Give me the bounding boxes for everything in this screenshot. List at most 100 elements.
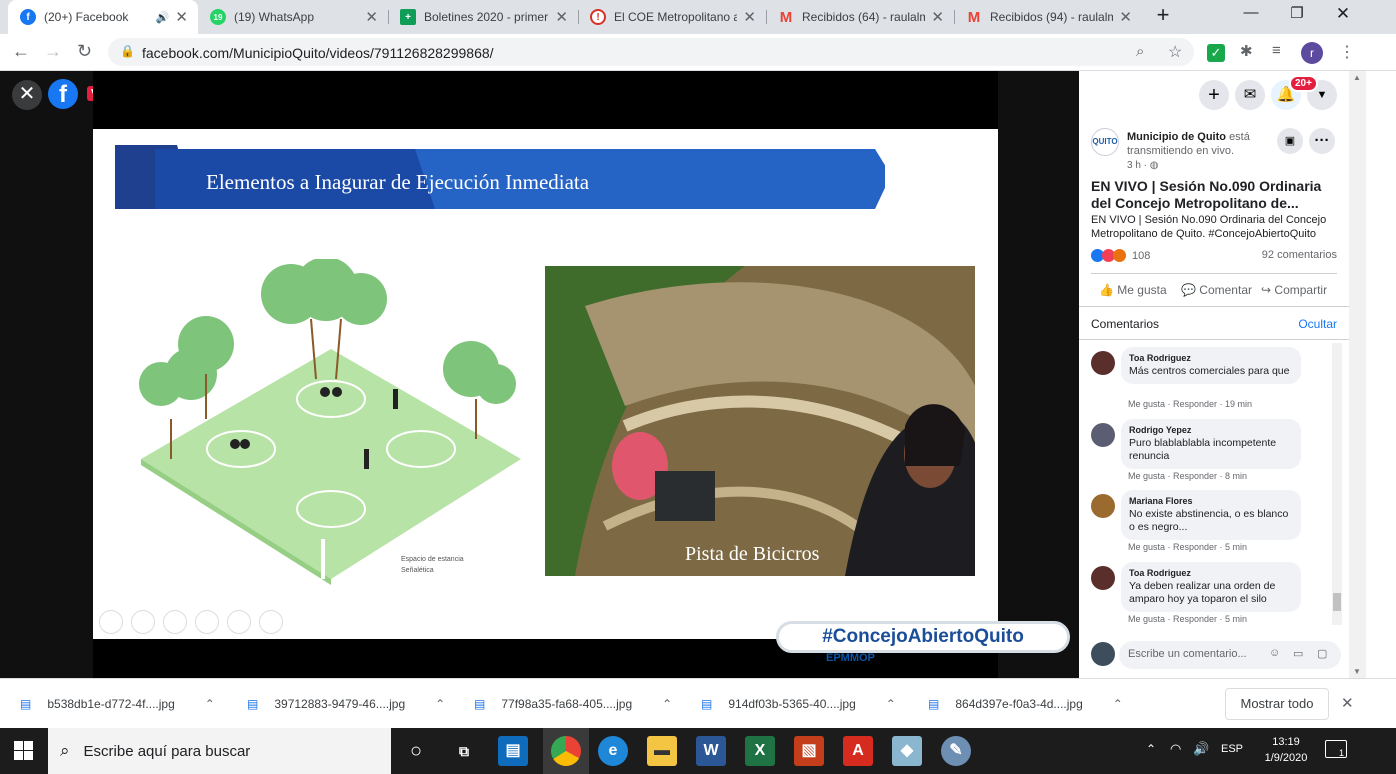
task-view-icon[interactable]: ⧉ <box>449 736 479 766</box>
hide-comments-link[interactable]: Ocultar <box>1298 317 1337 331</box>
commenter-avatar[interactable] <box>1091 351 1115 375</box>
more-options-icon[interactable]: ··· <box>1309 128 1335 154</box>
commenter-name[interactable]: Toa Rodriguez <box>1129 568 1293 578</box>
close-tab-icon[interactable]: ✕ <box>175 8 188 26</box>
new-tab-button[interactable]: + <box>1148 2 1178 27</box>
download-item[interactable]: ▤ 914df03b-5365-40....jpg ⌃ <box>701 679 896 729</box>
close-tab-icon[interactable]: ✕ <box>1119 8 1132 26</box>
download-item[interactable]: ▤ 77f98a35-fa68-405....jpg ⌃ <box>474 679 672 729</box>
facebook-logo-icon[interactable]: f <box>48 79 78 109</box>
page-name[interactable]: Municipio de Quito <box>1127 131 1226 143</box>
cortana-icon[interactable]: ○ <box>401 736 431 766</box>
pen-icon[interactable] <box>163 610 187 634</box>
zoom-slide-icon[interactable] <box>227 610 251 634</box>
more-slide-icon[interactable] <box>259 610 283 634</box>
download-item[interactable]: ▤ b538db1e-d772-4f....jpg ⌃ <box>20 679 215 729</box>
url-text[interactable]: facebook.com/MunicipioQuito/videos/79112… <box>142 45 494 61</box>
address-bar[interactable]: 🔒 facebook.com/MunicipioQuito/videos/791… <box>108 38 1194 66</box>
tab-gmail-94[interactable]: M Recibidos (94) - raulalm ✕ <box>954 0 1142 34</box>
store-icon[interactable]: ▤ <box>498 736 528 766</box>
excel-icon[interactable]: X <box>745 736 775 766</box>
menu-icon[interactable]: ⋮ <box>1339 42 1355 62</box>
reload-icon[interactable]: ↻ <box>77 41 92 62</box>
chevron-up-icon[interactable]: ⌃ <box>886 697 896 711</box>
volume-icon[interactable]: 🔊 <box>1193 741 1209 757</box>
wifi-icon[interactable]: ◠ <box>1170 741 1181 757</box>
close-video-button[interactable]: ✕ <box>12 80 42 110</box>
clock[interactable]: 13:19 1/9/2020 <box>1256 734 1316 766</box>
reactions-row[interactable]: 108 <box>1091 249 1150 262</box>
minimize-button[interactable]: — <box>1228 4 1274 28</box>
sticker-icon[interactable]: ▢ <box>1317 647 1327 660</box>
commenter-avatar[interactable] <box>1091 566 1115 590</box>
comments-scrollbar[interactable] <box>1332 343 1342 625</box>
word-icon[interactable]: W <box>696 736 726 766</box>
video-player[interactable]: Elementos a Inagurar de Ejecución Inmedi… <box>93 71 1070 678</box>
forward-icon[interactable]: → <box>44 41 62 62</box>
file-explorer-icon[interactable]: ▬ <box>647 736 677 766</box>
chevron-up-icon[interactable]: ⌃ <box>205 697 215 711</box>
powerpoint-icon[interactable]: ▧ <box>794 736 824 766</box>
app-icon[interactable]: ◆ <box>892 736 922 766</box>
edge-icon[interactable]: e <box>598 736 628 766</box>
save-post-icon[interactable]: ▣ <box>1277 128 1303 154</box>
user-avatar[interactable] <box>1091 642 1115 666</box>
bookmark-star-icon[interactable]: ☆ <box>1168 42 1182 62</box>
page-scrollbar[interactable]: ▲ ▼ <box>1349 71 1366 678</box>
action-center-icon[interactable]: 1 <box>1325 740 1347 758</box>
acrobat-icon[interactable]: A <box>843 736 873 766</box>
tab-facebook[interactable]: f (20+) Facebook 🔊 ✕ <box>8 0 198 34</box>
commenter-name[interactable]: Toa Rodriguez <box>1129 353 1293 363</box>
commenter-avatar[interactable] <box>1091 423 1115 447</box>
chevron-up-icon[interactable]: ⌃ <box>1113 697 1123 711</box>
audio-icon[interactable]: 🔊 <box>156 11 170 24</box>
page-avatar[interactable]: QUITO <box>1091 128 1119 156</box>
extensions-icon[interactable]: ✱ <box>1240 42 1253 60</box>
back-icon[interactable]: ← <box>12 41 30 62</box>
comment-meta[interactable]: Me gusta · Responder · 5 min <box>1128 542 1247 552</box>
comments-scroll-thumb[interactable] <box>1333 593 1341 611</box>
tab-boletines[interactable]: + Boletines 2020 - primer ✕ <box>388 0 578 34</box>
comment-meta[interactable]: Me gusta · Responder · 19 min <box>1128 399 1252 409</box>
comments-count[interactable]: 92 comentarios <box>1262 249 1337 261</box>
chevron-up-icon[interactable]: ⌃ <box>662 697 672 711</box>
scroll-down-icon[interactable]: ▼ <box>1353 667 1361 676</box>
close-tab-icon[interactable]: ✕ <box>365 8 378 26</box>
gif-icon[interactable]: ▭ <box>1293 647 1303 660</box>
close-tab-icon[interactable]: ✕ <box>743 8 756 26</box>
extension-check-icon[interactable]: ✓ <box>1207 44 1225 62</box>
next-slide-icon[interactable] <box>131 610 155 634</box>
comment-meta[interactable]: Me gusta · Responder · 8 min <box>1128 471 1247 481</box>
close-downloads-icon[interactable]: ✕ <box>1341 694 1354 712</box>
taskbar-search[interactable]: ⌕ Escribe aquí para buscar <box>48 728 391 774</box>
windows-start-icon[interactable] <box>14 741 33 760</box>
comment-button[interactable]: 💬 Comentar <box>1181 283 1252 297</box>
chevron-up-icon[interactable]: ⌃ <box>435 697 445 711</box>
tab-whatsapp[interactable]: 19 (19) WhatsApp ✕ <box>198 0 388 34</box>
close-tab-icon[interactable]: ✕ <box>555 8 568 26</box>
language-indicator[interactable]: ESP <box>1221 743 1243 755</box>
commenter-name[interactable]: Rodrigo Yepez <box>1129 425 1293 435</box>
comment-meta[interactable]: Me gusta · Responder · 5 min <box>1128 614 1247 624</box>
chrome-icon[interactable] <box>551 736 581 766</box>
download-item[interactable]: ▤ 864d397e-f0a3-4d....jpg ⌃ <box>928 679 1123 729</box>
grid-icon[interactable] <box>195 610 219 634</box>
zoom-icon[interactable]: ⌕ <box>1136 43 1144 60</box>
profile-avatar[interactable]: r <box>1301 42 1323 64</box>
paint-icon[interactable]: ✎ <box>941 736 971 766</box>
messenger-icon[interactable]: ✉ <box>1235 80 1265 110</box>
close-window-button[interactable]: ✕ <box>1320 4 1366 28</box>
comment-input[interactable]: Escribe un comentario... ☺ ▭ ▢ <box>1119 641 1341 669</box>
download-item[interactable]: ▤ 39712883-9479-46....jpg ⌃ <box>247 679 445 729</box>
tab-coe[interactable]: ! El COE Metropolitano a ✕ <box>578 0 766 34</box>
emoji-icon[interactable]: ☺ <box>1269 647 1280 659</box>
tray-chevron-icon[interactable]: ⌃ <box>1146 742 1156 756</box>
tab-gmail-64[interactable]: M Recibidos (64) - raulalm ✕ <box>766 0 954 34</box>
media-control-icon[interactable]: ≡ <box>1272 42 1281 59</box>
share-button[interactable]: ↪ Compartir <box>1261 283 1327 297</box>
restore-button[interactable]: ❐ <box>1274 4 1320 28</box>
commenter-avatar[interactable] <box>1091 494 1115 518</box>
close-tab-icon[interactable]: ✕ <box>931 8 944 26</box>
commenter-name[interactable]: Mariana Flores <box>1129 496 1293 506</box>
create-button[interactable]: + <box>1199 80 1229 110</box>
